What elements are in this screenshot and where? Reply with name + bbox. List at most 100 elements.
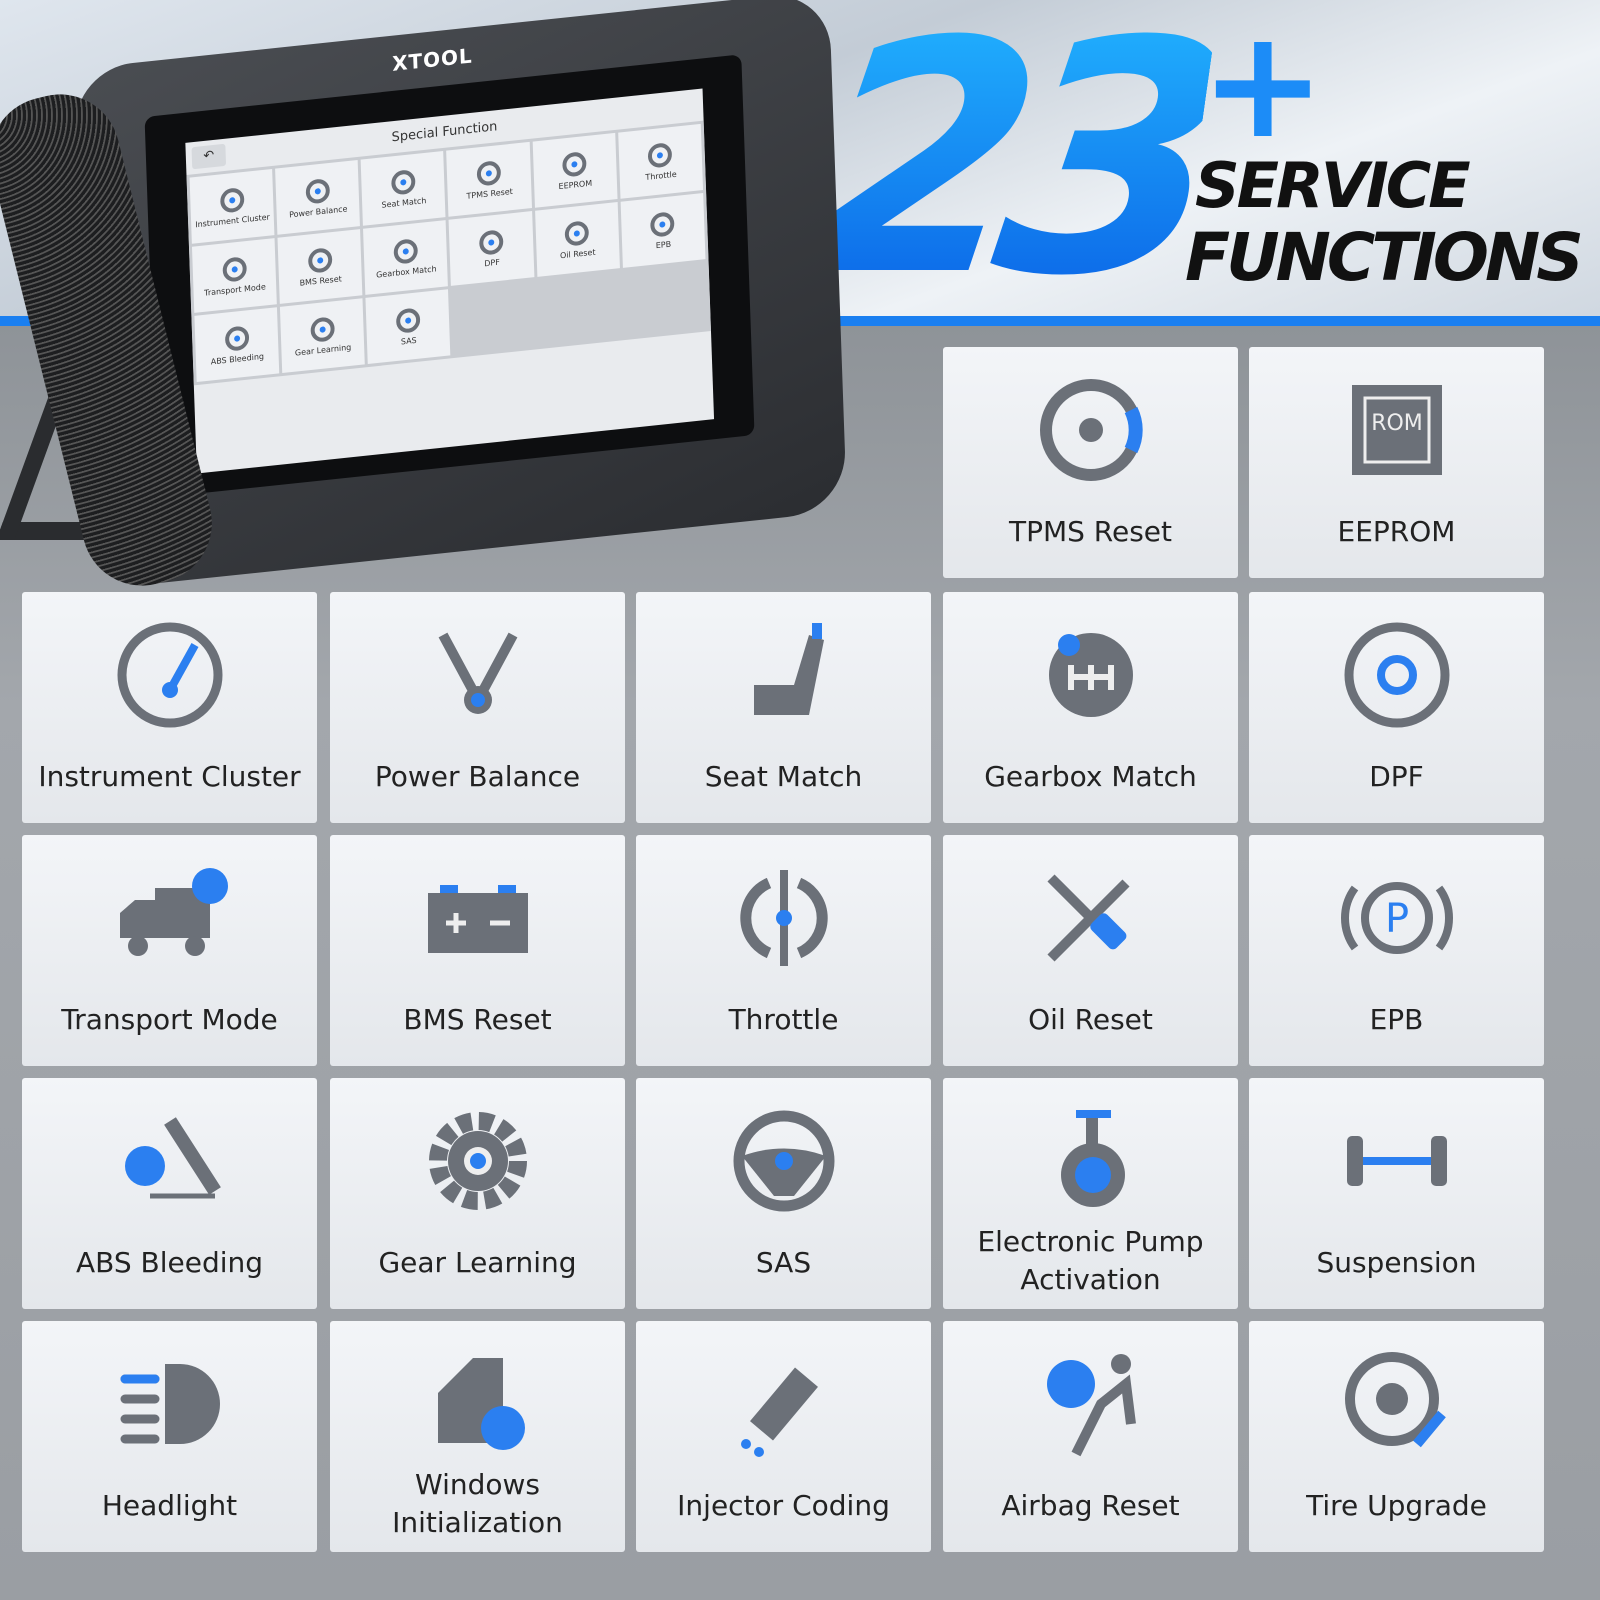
- function-icon: [307, 246, 333, 274]
- screen-function-label: SAS: [400, 335, 417, 346]
- function-label: Gearbox Match: [984, 759, 1197, 793]
- function-label: Airbag Reset: [1001, 1488, 1180, 1522]
- function-label: Transport Mode: [61, 1002, 278, 1036]
- function-label: Power Balance: [374, 759, 581, 793]
- function-tile: Electronic Pump Activation: [943, 1078, 1238, 1309]
- function-icon: [221, 255, 247, 283]
- screen-function-label: Seat Match: [381, 195, 427, 210]
- engine-cylinder-icon: [413, 610, 543, 740]
- function-icon: [224, 324, 250, 352]
- screen-function-label: Gearbox Match: [375, 263, 437, 280]
- screen-title: Special Function: [391, 118, 498, 145]
- function-icon: [564, 219, 590, 247]
- parking-brake-icon: P: [1332, 853, 1462, 983]
- function-label: Injector Coding: [677, 1488, 890, 1522]
- screen-function-tile[interactable]: Throttle: [618, 123, 704, 199]
- function-label: Oil Reset: [1028, 1002, 1153, 1036]
- function-tile: BMS Reset: [330, 835, 625, 1066]
- function-label: ABS Bleeding: [75, 1245, 264, 1279]
- screen-function-label: ABS Bleeding: [210, 351, 265, 366]
- function-tile: ABS Bleeding: [22, 1078, 317, 1309]
- rom-chip-icon: ROM: [1332, 365, 1462, 495]
- screen-function-label: Instrument Cluster: [195, 211, 270, 229]
- function-tile: Headlight: [22, 1321, 317, 1552]
- function-count: 23: [785, 0, 1224, 346]
- brand-logo: XTOOL: [391, 43, 474, 76]
- function-tile: Throttle: [636, 835, 931, 1066]
- function-icon: [647, 141, 673, 169]
- back-arrow-icon[interactable]: ↶: [191, 143, 227, 170]
- function-label: Throttle: [728, 1002, 839, 1036]
- wrench-screwdriver-icon: [1026, 853, 1156, 983]
- screen-function-label: Transport Mode: [204, 281, 266, 298]
- function-label: Gear Learning: [378, 1245, 577, 1279]
- gear-icon: [413, 1096, 543, 1226]
- screen-function-tile[interactable]: Gearbox Match: [363, 220, 449, 295]
- function-tile: SAS: [636, 1078, 931, 1309]
- screen-function-tile[interactable]: Transport Mode: [191, 238, 277, 313]
- function-icon: [478, 228, 504, 256]
- function-label: SAS: [755, 1245, 812, 1279]
- function-tile: Instrument Cluster: [22, 592, 317, 823]
- function-label: EPB: [1369, 1002, 1424, 1036]
- function-icon: [305, 177, 330, 205]
- screen-function-tile[interactable]: SAS: [365, 289, 451, 365]
- function-label: Windows Initialization: [392, 1468, 563, 1540]
- airbag-icon: [1026, 1339, 1156, 1469]
- screen-function-label: DPF: [484, 257, 500, 268]
- screen-function-label: BMS Reset: [299, 273, 342, 288]
- steering-wheel-icon: [719, 1096, 849, 1226]
- function-tile: Transport Mode: [22, 835, 317, 1066]
- function-icon: [562, 150, 587, 178]
- screen-function-label: EEPROM: [558, 178, 593, 191]
- function-label: Headlight: [101, 1488, 238, 1522]
- function-icon: [390, 168, 416, 196]
- function-label: Seat Match: [704, 759, 863, 793]
- screen-function-tile[interactable]: EPB: [620, 193, 706, 268]
- function-tile: Windows Initialization: [330, 1321, 625, 1552]
- function-tile: Injector Coding: [636, 1321, 931, 1552]
- screen-function-tile[interactable]: Instrument Cluster: [189, 168, 275, 244]
- screen-function-tile[interactable]: Power Balance: [275, 159, 361, 235]
- tire-wrench-icon: [1332, 1339, 1462, 1469]
- function-tile: Tire Upgrade: [1249, 1321, 1544, 1552]
- gauge-icon: [105, 610, 235, 740]
- headline-functions: FUNCTIONS: [1185, 219, 1584, 296]
- screen-function-label: Throttle: [645, 169, 677, 182]
- screen-function-tile[interactable]: DPF: [449, 211, 535, 286]
- function-tile: TPMS Reset: [943, 347, 1238, 578]
- screen-function-tile[interactable]: Oil Reset: [534, 202, 620, 277]
- function-tile: Oil Reset: [943, 835, 1238, 1066]
- function-tile: Suspension: [1249, 1078, 1544, 1309]
- screen-function-label: Gear Learning: [294, 342, 352, 358]
- injector-icon: [719, 1339, 849, 1469]
- function-label: TPMS Reset: [1008, 514, 1173, 548]
- function-icon: [650, 210, 676, 238]
- screen-function-tile[interactable]: Seat Match: [360, 150, 446, 226]
- svg-text:P: P: [1384, 896, 1408, 942]
- function-label: EEPROM: [1337, 514, 1456, 548]
- function-tile: P EPB: [1249, 835, 1544, 1066]
- suspension-icon: [1332, 1096, 1462, 1226]
- car-window-icon: [413, 1339, 543, 1466]
- function-tile: Airbag Reset: [943, 1321, 1238, 1552]
- tire-pressure-icon: [1026, 365, 1156, 495]
- seat-icon: [719, 610, 849, 740]
- plus-sign: +: [1200, 0, 1326, 172]
- screen-function-label: TPMS Reset: [466, 186, 513, 201]
- screen-function-tile[interactable]: BMS Reset: [277, 229, 363, 304]
- function-label: DPF: [1369, 759, 1424, 793]
- screen-function-tile[interactable]: EEPROM: [532, 132, 618, 208]
- screen-function-tile[interactable]: TPMS Reset: [446, 141, 532, 217]
- battery-icon: [413, 853, 543, 983]
- function-tile: Power Balance: [330, 592, 625, 823]
- function-tile: ROM EEPROM: [1249, 347, 1544, 578]
- screen-function-tile[interactable]: ABS Bleeding: [194, 307, 280, 383]
- svg-text:ROM: ROM: [1371, 411, 1423, 436]
- function-label: Electronic Pump Activation: [977, 1225, 1204, 1297]
- truck-icon: [105, 853, 235, 983]
- function-icon: [219, 186, 245, 214]
- screen-function-label: EPB: [655, 239, 672, 250]
- screen-function-tile[interactable]: Gear Learning: [280, 298, 366, 374]
- pump-icon: [1026, 1096, 1156, 1223]
